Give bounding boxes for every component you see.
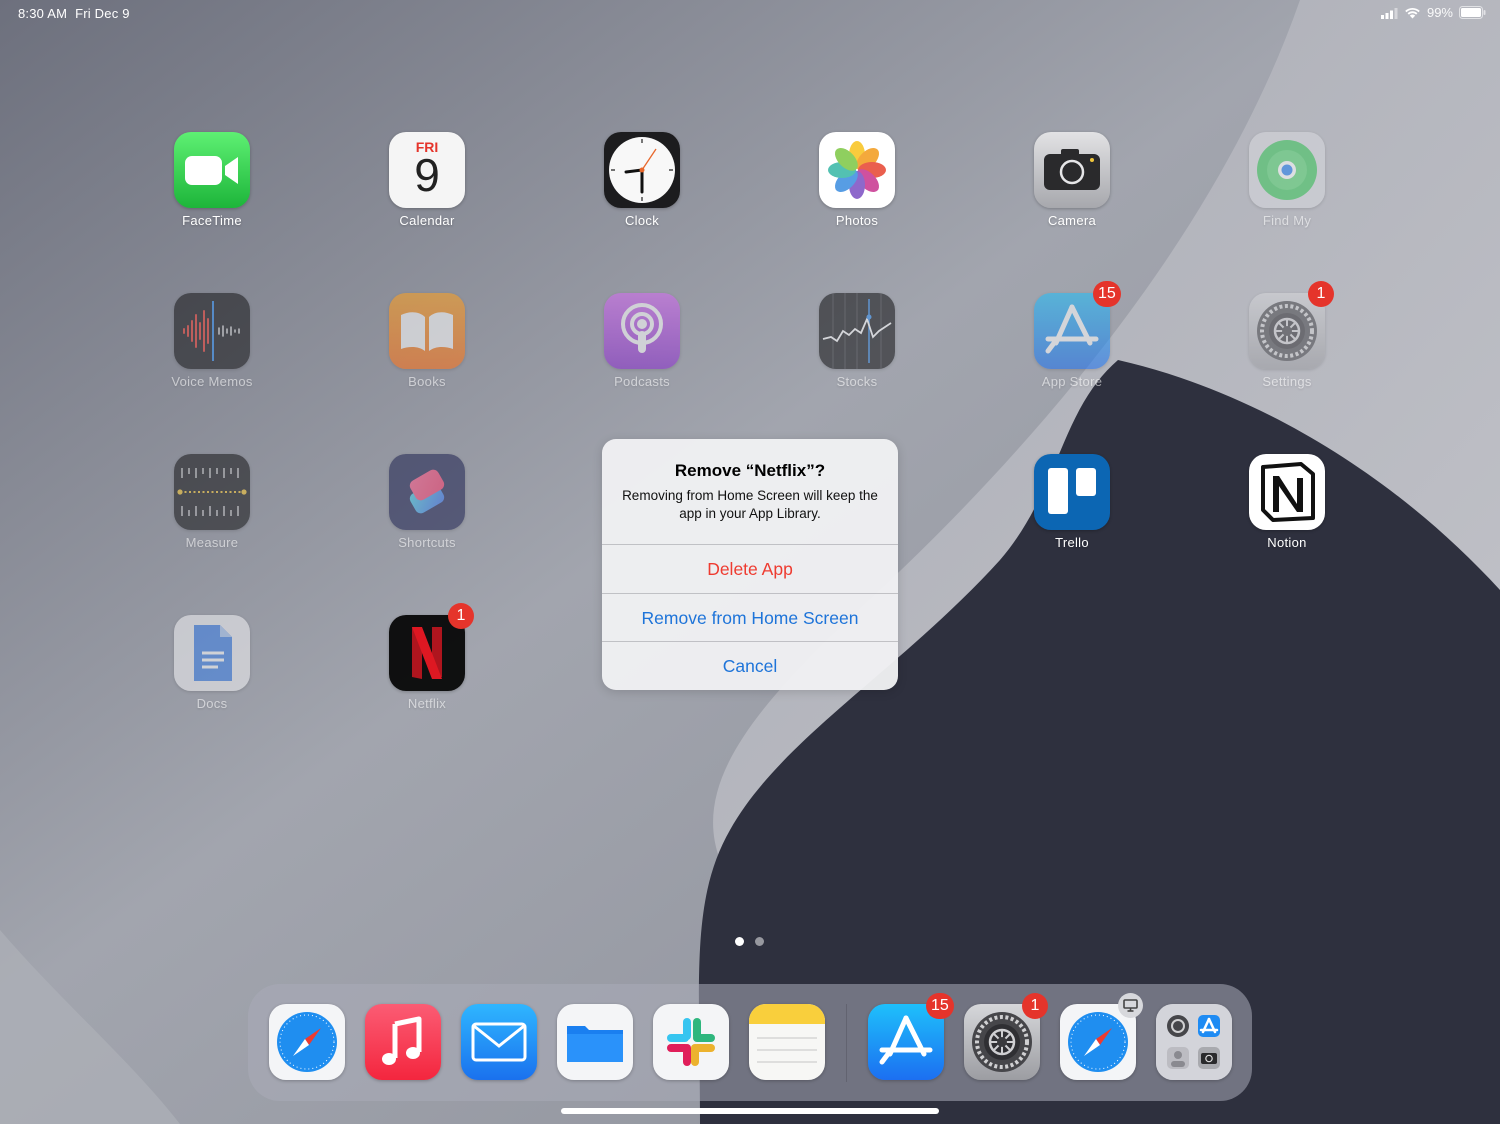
page-indicator[interactable] bbox=[734, 937, 774, 947]
photos-flower-icon bbox=[819, 132, 895, 208]
calendar-date: 9 bbox=[414, 149, 440, 201]
camera-icon bbox=[1034, 132, 1110, 208]
notification-badge: 1 bbox=[1022, 993, 1048, 1019]
notification-badge: 1 bbox=[448, 603, 474, 629]
app-label: Netflix bbox=[407, 696, 447, 711]
app-camera[interactable]: Camera bbox=[997, 132, 1147, 242]
dock-recent-appstore[interactable]: 15 bbox=[868, 993, 954, 1080]
dock-recent-settings[interactable]: 1 bbox=[964, 993, 1048, 1080]
delete-app-button[interactable]: Delete App bbox=[602, 544, 898, 593]
dock-recent-safari-handoff[interactable] bbox=[1060, 993, 1143, 1080]
notification-badge: 15 bbox=[1093, 281, 1121, 307]
app-label: Settings bbox=[1262, 374, 1312, 389]
trello-board-icon bbox=[1034, 454, 1110, 530]
app-photos[interactable]: Photos bbox=[782, 132, 932, 242]
handoff-badge bbox=[1118, 993, 1143, 1018]
open-book-icon bbox=[389, 293, 465, 369]
app-appstore[interactable]: 15 App Store bbox=[997, 281, 1147, 403]
alert-title: Remove “Netflix”? bbox=[674, 461, 826, 480]
status-date: Fri Dec 9 bbox=[75, 6, 130, 21]
status-bar: 8:30 AM Fri Dec 9 99% bbox=[0, 0, 1500, 28]
dock-app-music[interactable] bbox=[365, 1004, 441, 1080]
cellular-signal-icon bbox=[1380, 7, 1398, 19]
app-label: Find My bbox=[1262, 213, 1312, 228]
find-my-radar-icon bbox=[1249, 132, 1325, 208]
status-time: 8:30 AM bbox=[18, 6, 68, 21]
notes-icon bbox=[749, 1004, 825, 1080]
clock-icon bbox=[604, 132, 680, 208]
battery-icon bbox=[1459, 6, 1486, 19]
video-camera-icon bbox=[174, 132, 250, 208]
app-books[interactable]: Books bbox=[352, 293, 502, 403]
dock-app-safari[interactable] bbox=[269, 1004, 345, 1080]
notification-badge: 15 bbox=[926, 993, 954, 1019]
remove-from-home-screen-button[interactable]: Remove from Home Screen bbox=[602, 593, 898, 642]
app-label: Docs bbox=[196, 696, 228, 711]
dock-app-notes[interactable] bbox=[749, 1004, 825, 1080]
app-label: Photos bbox=[835, 213, 879, 228]
app-podcasts[interactable]: Podcasts bbox=[567, 293, 717, 403]
document-icon bbox=[174, 615, 250, 691]
remove-app-alert: Remove “Netflix”? Removing from Home Scr… bbox=[602, 439, 898, 690]
app-shortcuts[interactable]: Shortcuts bbox=[352, 454, 502, 564]
app-library-icon bbox=[1156, 1004, 1232, 1080]
app-measure[interactable]: Measure bbox=[137, 454, 287, 564]
app-trello[interactable]: Trello bbox=[997, 454, 1147, 564]
page-dot-current bbox=[735, 937, 744, 946]
app-label: App Store bbox=[1041, 374, 1103, 389]
app-label: Trello bbox=[1055, 535, 1089, 550]
app-label: Notion bbox=[1267, 535, 1307, 550]
dock-divider bbox=[846, 1004, 847, 1082]
stock-chart-icon bbox=[819, 293, 895, 369]
dock-app-library[interactable] bbox=[1156, 1004, 1232, 1080]
alert-message: Removing from Home Screen will keep the … bbox=[622, 488, 878, 521]
dock-app-mail[interactable] bbox=[461, 1004, 537, 1080]
app-label: Books bbox=[408, 374, 446, 389]
status-time-date: 8:30 AM Fri Dec 9 bbox=[18, 6, 130, 21]
calendar-icon: FRI 9 bbox=[389, 132, 465, 208]
app-notion[interactable]: Notion bbox=[1212, 454, 1362, 564]
app-label: FaceTime bbox=[182, 213, 242, 228]
app-netflix[interactable]: 1 Netflix bbox=[352, 603, 502, 725]
status-indicators: 99% bbox=[1380, 5, 1486, 20]
monitor-icon bbox=[1123, 999, 1138, 1012]
app-label: Calendar bbox=[399, 213, 455, 228]
envelope-icon bbox=[461, 1004, 537, 1080]
notification-badge: 1 bbox=[1308, 281, 1334, 307]
app-clock[interactable]: Clock bbox=[567, 132, 717, 242]
notion-n-icon bbox=[1249, 454, 1325, 530]
app-voicememos[interactable]: Voice Memos bbox=[137, 293, 287, 403]
app-docs[interactable]: Docs bbox=[137, 615, 287, 725]
dock-app-files[interactable] bbox=[557, 1004, 633, 1080]
ruler-icon bbox=[174, 454, 250, 530]
app-settings[interactable]: 1 Settings bbox=[1212, 281, 1362, 403]
app-label: Voice Memos bbox=[171, 374, 253, 389]
podcast-icon bbox=[604, 293, 680, 369]
app-facetime[interactable]: FaceTime bbox=[137, 132, 287, 242]
folder-icon bbox=[557, 1004, 633, 1080]
page-dot bbox=[755, 937, 764, 946]
shortcuts-icon bbox=[389, 454, 465, 530]
dock-app-slack[interactable] bbox=[653, 1004, 729, 1080]
slack-icon bbox=[653, 1004, 729, 1080]
home-indicator[interactable] bbox=[561, 1108, 939, 1114]
app-findmy[interactable]: Find My bbox=[1212, 132, 1362, 242]
app-label: Shortcuts bbox=[398, 535, 456, 550]
wifi-icon bbox=[1405, 7, 1420, 18]
app-label: Measure bbox=[185, 535, 239, 550]
waveform-icon bbox=[174, 293, 250, 369]
app-label: Stocks bbox=[836, 374, 878, 389]
app-stocks[interactable]: Stocks bbox=[782, 293, 932, 403]
battery-percent: 99% bbox=[1426, 5, 1453, 20]
app-label: Clock bbox=[624, 213, 659, 228]
compass-icon bbox=[269, 1004, 345, 1080]
music-note-icon bbox=[365, 1004, 441, 1080]
app-label: Camera bbox=[1047, 213, 1097, 228]
app-label: Podcasts bbox=[614, 374, 670, 389]
app-calendar[interactable]: FRI 9 Calendar bbox=[352, 132, 502, 242]
cancel-button[interactable]: Cancel bbox=[602, 641, 898, 690]
